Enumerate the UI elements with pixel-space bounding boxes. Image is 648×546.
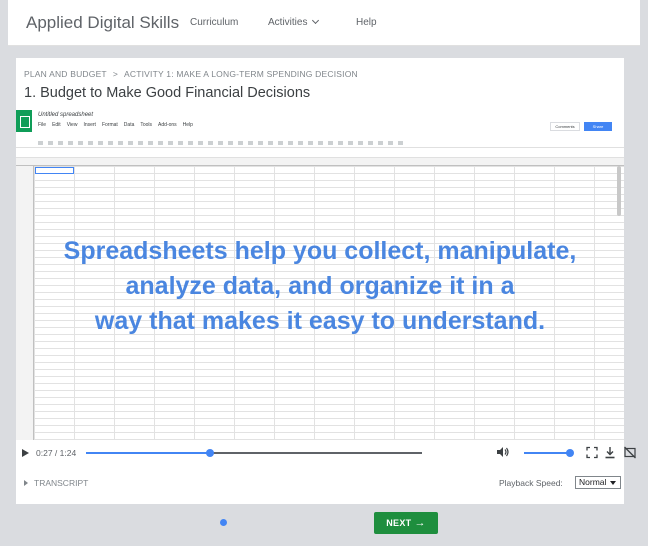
- volume-slider[interactable]: [524, 449, 574, 457]
- spreadsheet-title: Untitled spreadsheet: [38, 112, 94, 118]
- sheets-logo-icon: [16, 110, 32, 132]
- nav-activities[interactable]: Activities: [268, 16, 320, 28]
- video-player[interactable]: Untitled spreadsheet File Edit View Insert F…: [16, 110, 624, 440]
- pager-dot[interactable]: [235, 519, 243, 526]
- video-caption-overlay: Spreadsheets help you collect, manipulat…: [16, 234, 624, 339]
- menu-help: Help: [182, 122, 193, 128]
- transcript-toggle[interactable]: TRANSCRIPT: [24, 478, 88, 488]
- pager-dot[interactable]: [266, 519, 274, 526]
- video-controls: 0:27 / 1:24: [16, 440, 636, 466]
- dropdown-arrow-icon: [610, 481, 616, 485]
- top-navigation-bar: Applied Digital Skills Curriculum Activi…: [8, 0, 640, 46]
- spreadsheet-selected-cell: [35, 167, 74, 174]
- progress-track[interactable]: [86, 449, 422, 457]
- page-title: 1. Budget to Make Good Financial Decisio…: [24, 85, 311, 101]
- fullscreen-icon[interactable]: [586, 446, 598, 459]
- breadcrumb-activity[interactable]: ACTIVITY 1: MAKE A LONG-TERM SPENDING DE…: [124, 69, 358, 79]
- menu-insert: Insert: [83, 122, 96, 128]
- menu-tools: Tools: [140, 122, 153, 128]
- menu-view: View: [66, 122, 78, 128]
- progress-fill: [86, 452, 211, 454]
- spreadsheet-scrollbar: [617, 166, 621, 216]
- menu-addons: Add-ons: [158, 122, 177, 128]
- nav-activities-label: Activities: [268, 17, 308, 28]
- playback-speed-select[interactable]: Normal: [575, 476, 621, 489]
- progress-thumb[interactable]: [206, 449, 215, 457]
- spreadsheet-formula-bar: [16, 148, 624, 158]
- volume-fill: [524, 452, 570, 454]
- overlay-line-3: way that makes it easy to understand.: [94, 307, 546, 335]
- nav-curriculum[interactable]: Curriculum: [190, 17, 238, 28]
- pager-dot[interactable]: [282, 519, 289, 526]
- pager-dot[interactable]: [251, 519, 258, 526]
- spreadsheet-share-button: Share: [584, 122, 612, 131]
- playback-speed-value: Normal: [579, 477, 607, 487]
- menu-format: Format: [101, 122, 118, 128]
- pager-dot[interactable]: [313, 519, 320, 526]
- arrow-right-icon: →: [414, 517, 426, 529]
- next-button[interactable]: NEXT →: [374, 512, 438, 534]
- overlay-line-2: analyze data, and organize it in a: [125, 272, 515, 300]
- time-display: 0:27 / 1:24: [36, 448, 77, 458]
- pager-dot[interactable]: [220, 519, 227, 526]
- nav-help[interactable]: Help: [356, 17, 377, 28]
- pager-dot[interactable]: [328, 519, 336, 526]
- menu-file: File: [38, 122, 47, 128]
- lesson-card: PLAN AND BUDGET > ACTIVITY 1: MAKE A LONG-…: [16, 58, 636, 504]
- lesson-pager: NEXT →: [0, 504, 648, 546]
- next-button-label: NEXT: [386, 518, 412, 528]
- brand-logo[interactable]: Applied Digital Skills: [26, 13, 179, 33]
- spreadsheet-comments-button: Comments: [550, 122, 580, 131]
- volume-thumb[interactable]: [566, 449, 574, 457]
- menu-edit: Edit: [52, 122, 61, 128]
- pager-dot[interactable]: [297, 519, 305, 526]
- play-icon[interactable]: [22, 449, 29, 457]
- video-options-row: TRANSCRIPT Playback Speed: Normal: [16, 472, 624, 494]
- playback-speed-label: Playback Speed:: [499, 478, 563, 488]
- pager-dot[interactable]: [344, 519, 351, 526]
- menu-data: Data: [123, 122, 135, 128]
- captions-off-icon[interactable]: [624, 446, 636, 459]
- spreadsheet-menu: File Edit View Insert Format Data Tools Add-ons…: [38, 122, 199, 128]
- overlay-line-1: Spreadsheets help you collect, manipulat…: [63, 237, 577, 265]
- chevron-down-icon: [312, 16, 320, 25]
- breadcrumb-unit[interactable]: PLAN AND BUDGET: [24, 69, 107, 79]
- spreadsheet-column-header: [16, 158, 624, 166]
- breadcrumb: PLAN AND BUDGET > ACTIVITY 1: MAKE A LONG-…: [24, 69, 358, 79]
- breadcrumb-separator-icon: >: [112, 69, 118, 79]
- spreadsheet-header: Untitled spreadsheet File Edit View Insert F…: [16, 110, 624, 138]
- transcript-label: TRANSCRIPT: [34, 478, 89, 488]
- volume-icon[interactable]: [496, 446, 510, 458]
- download-icon[interactable]: [604, 446, 616, 459]
- expand-triangle-icon: [24, 480, 28, 486]
- spreadsheet-toolbar: [16, 138, 624, 148]
